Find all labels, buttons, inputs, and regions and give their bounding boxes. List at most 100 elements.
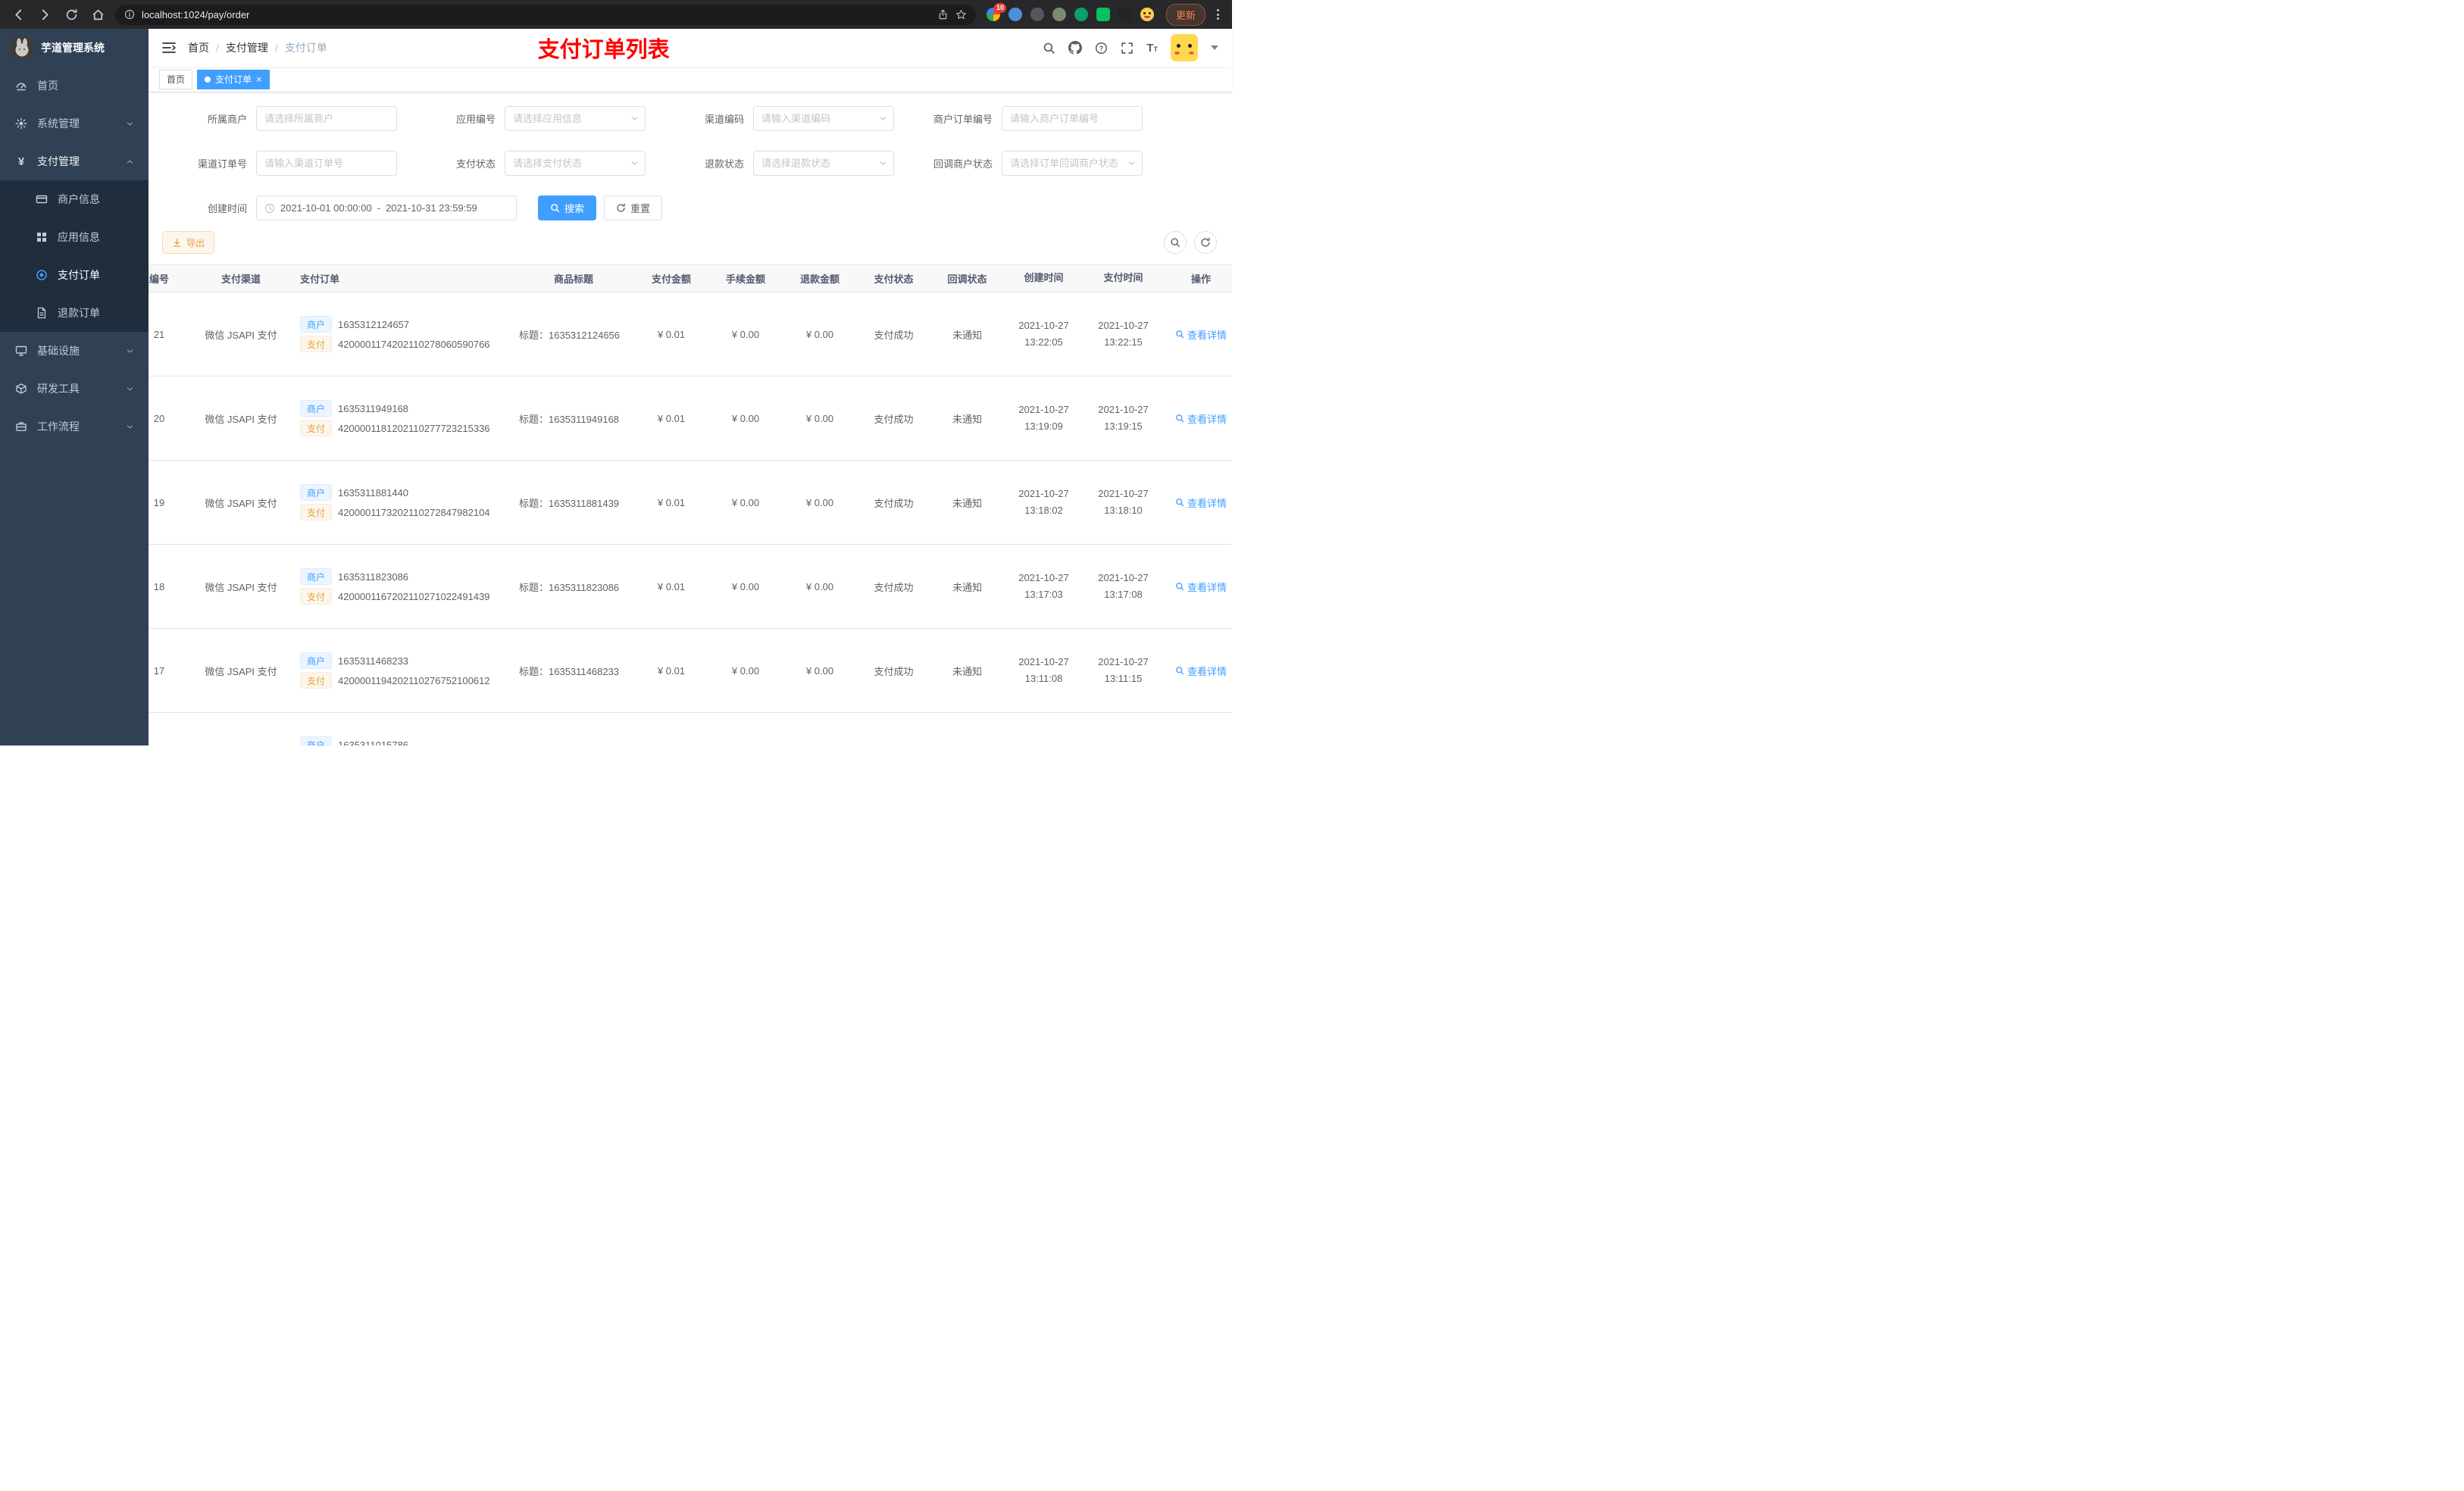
tags-view: 首页 支付订单 — [149, 67, 1232, 92]
cell-no: 19 — [153, 496, 165, 508]
address-bar[interactable]: localhost:1024/pay/order — [115, 4, 976, 25]
refund-status-select[interactable] — [753, 151, 894, 176]
cell-refund-amount: ¥ 0.00 — [805, 496, 834, 508]
search-button[interactable]: 搜索 — [538, 195, 597, 220]
reload-icon[interactable] — [62, 8, 81, 21]
cell-notify-status: 未通知 — [952, 413, 982, 425]
extension-colorful-icon[interactable]: 10 — [986, 3, 1006, 21]
tab-close-icon[interactable] — [256, 74, 262, 84]
profile-avatar-icon[interactable] — [1140, 8, 1154, 21]
col-order: 支付订单 — [300, 274, 340, 285]
tab-pay-order[interactable]: 支付订单 — [197, 69, 270, 89]
pay-status-select[interactable] — [505, 151, 646, 176]
browser-menu-icon[interactable] — [1213, 9, 1223, 20]
filter-label: 渠道订单号 — [197, 158, 247, 170]
extension-green-icon[interactable] — [1096, 8, 1110, 21]
sidebar-item-devtools[interactable]: 研发工具 — [0, 370, 149, 408]
col-pay-time: 支付时间 — [1103, 272, 1143, 284]
channel-order-no-field[interactable] — [256, 151, 397, 176]
col-notify-status: 回调状态 — [947, 274, 987, 285]
cell-create-time: 2021-10-27 13:17:03 — [1018, 571, 1069, 600]
github-icon[interactable] — [1068, 41, 1083, 55]
merchant-order-no-input[interactable] — [1010, 113, 1134, 124]
info-icon[interactable] — [124, 9, 135, 20]
sidebar-item-refund-order[interactable]: 退款订单 — [0, 294, 149, 332]
sidebar-item-home[interactable]: 首页 — [0, 67, 149, 105]
extension-teal-icon[interactable] — [1074, 8, 1088, 21]
sidebar-item-app-info[interactable]: 应用信息 — [0, 218, 149, 256]
reset-button[interactable]: 重置 — [604, 195, 663, 220]
sidebar-item-infra[interactable]: 基础设施 — [0, 332, 149, 370]
cell-fee-amount: ¥ 0.00 — [731, 328, 760, 340]
filter-notify-status: 回调商户状态 — [917, 151, 1155, 176]
merchant-order-no-field[interactable] — [1002, 106, 1143, 131]
notify-status-select[interactable] — [1002, 151, 1143, 176]
table-row: 18 微信 JSAPI 支付 商户 1635311823086 支付 4200001… — [149, 545, 1232, 629]
table-toolbar: 导出 — [149, 231, 1232, 254]
pay-status-input[interactable] — [513, 158, 637, 169]
cell-create-time: 2021-10-27 13:11:08 — [1018, 655, 1069, 684]
extension-dark-icon[interactable] — [1030, 8, 1044, 21]
channel-code-select[interactable] — [753, 106, 894, 131]
help-icon[interactable]: ? — [1095, 42, 1108, 55]
view-detail-link[interactable]: 查看详情 — [1175, 664, 1227, 678]
cell-order: 商户 1635311881440 支付 4200001173202110272847… — [289, 481, 513, 524]
forward-icon[interactable] — [36, 8, 55, 21]
sidebar-toggle-icon[interactable] — [162, 42, 176, 54]
cell-no: 18 — [153, 580, 165, 592]
sidebar-item-system[interactable]: 系统管理 — [0, 105, 149, 142]
chrome-update-button[interactable]: 更新 — [1165, 3, 1205, 26]
sidebar-item-pay[interactable]: 支付管理 — [0, 142, 149, 180]
sidebar-item-merchant-info[interactable]: 商户信息 — [0, 180, 149, 218]
home-icon[interactable] — [89, 8, 108, 21]
caret-down-icon[interactable] — [1211, 45, 1218, 50]
cell-create-time: 2021-10-27 13:18:02 — [1018, 487, 1069, 516]
extension-blue-icon[interactable] — [1008, 8, 1022, 21]
page-content: 所属商户 应用编号 渠道编码 商户订单编号 — [149, 92, 1232, 746]
notify-status-input[interactable] — [1010, 158, 1134, 169]
sidebar-item-pay-order[interactable]: 支付订单 — [0, 256, 149, 294]
refresh-table-button[interactable] — [1194, 231, 1217, 254]
yen-icon — [14, 155, 28, 168]
pay-order-no: 4200001194202110276752100612 — [338, 674, 490, 686]
breadcrumb-home[interactable]: 首页 — [188, 40, 209, 55]
view-detail-link[interactable]: 查看详情 — [1175, 327, 1227, 342]
tab-home[interactable]: 首页 — [159, 69, 193, 89]
pay-order-no: 4200001181202110277723215336 — [338, 422, 490, 434]
merchant-select[interactable] — [256, 106, 397, 131]
back-icon[interactable] — [9, 8, 28, 21]
extension-gray-icon[interactable] — [1052, 8, 1066, 21]
filter-merchant-order-no: 商户订单编号 — [917, 106, 1155, 131]
filter-row-2: 渠道订单号 支付状态 退款状态 回调商户状态 — [171, 151, 1232, 176]
app-input[interactable] — [513, 113, 637, 124]
share-icon[interactable] — [937, 9, 949, 20]
view-detail-link[interactable]: 查看详情 — [1175, 411, 1227, 426]
fullscreen-icon[interactable] — [1121, 42, 1134, 55]
pay-submenu: 商户信息 应用信息 支付订单 退款订单 — [0, 180, 149, 332]
extensions-area: 10 — [986, 3, 1154, 21]
user-avatar[interactable] — [1171, 34, 1198, 61]
view-detail-link[interactable]: 查看详情 — [1175, 495, 1227, 510]
chevron-down-icon — [630, 159, 639, 167]
channel-order-no-input[interactable] — [264, 158, 389, 169]
app-select[interactable] — [505, 106, 646, 131]
filter-label: 渠道编码 — [704, 114, 744, 125]
font-size-icon[interactable] — [1146, 42, 1158, 54]
breadcrumb-section[interactable]: 支付管理 — [226, 40, 268, 55]
extension-pin-icon[interactable] — [1118, 8, 1132, 21]
search-icon[interactable] — [1043, 42, 1055, 55]
refund-status-input[interactable] — [761, 158, 886, 169]
merchant-input[interactable] — [264, 113, 389, 124]
date-range-picker[interactable]: 2021-10-01 00:00:00 - 2021-10-31 23:59:5… — [256, 195, 517, 220]
sidebar-item-workflow[interactable]: 工作流程 — [0, 408, 149, 445]
view-detail-link[interactable]: 查看详情 — [1175, 580, 1227, 594]
cell-title: 标题：1635311949168 — [519, 413, 620, 425]
extension-badge: 10 — [993, 3, 1006, 13]
cell-channel: 微信 JSAPI 支付 — [205, 581, 277, 593]
cell-fee-amount: ¥ 0.00 — [731, 664, 760, 677]
browser-toolbar: localhost:1024/pay/order 10 更新 — [0, 0, 1232, 29]
toggle-search-button[interactable] — [1164, 231, 1187, 254]
export-button[interactable]: 导出 — [162, 231, 215, 254]
channel-code-input[interactable] — [761, 113, 886, 124]
bookmark-star-icon[interactable] — [955, 9, 967, 20]
